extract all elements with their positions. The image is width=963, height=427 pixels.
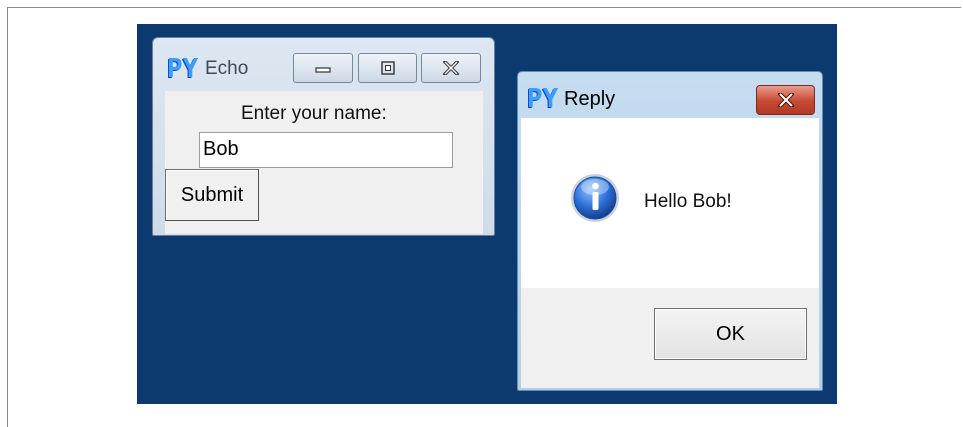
info-icon xyxy=(568,171,622,230)
name-input[interactable]: Bob xyxy=(199,132,453,168)
python-logo-icon: PY PY xyxy=(166,54,202,87)
close-button[interactable] xyxy=(421,53,481,83)
dialog-body: Hello Bob! xyxy=(521,118,819,288)
close-icon xyxy=(443,61,459,75)
dialog-close-button[interactable] xyxy=(756,85,815,115)
dialog-message: Hello Bob! xyxy=(644,191,732,212)
maximize-icon xyxy=(380,61,395,75)
minimize-button[interactable] xyxy=(293,53,353,83)
dialog-footer: OK xyxy=(521,288,819,388)
minimize-icon xyxy=(315,67,331,73)
dialog-title: Reply xyxy=(564,88,616,110)
ok-button[interactable]: OK xyxy=(654,308,807,360)
maximize-button[interactable] xyxy=(358,53,417,83)
svg-text:PY: PY xyxy=(167,56,199,82)
svg-text:PY: PY xyxy=(527,86,559,112)
window-title: Echo xyxy=(205,58,249,79)
reply-dialog: PY PY Reply Hello Bob! OK xyxy=(517,71,823,391)
python-logo-icon: PY PY xyxy=(526,84,562,117)
echo-window: PY PY Echo Enter your name: Bob Submit xyxy=(152,37,495,236)
echo-client-area: Enter your name: Bob Submit xyxy=(165,91,483,234)
prompt-label: Enter your name: xyxy=(241,103,387,124)
submit-button[interactable]: Submit xyxy=(165,169,259,221)
close-icon xyxy=(777,93,794,107)
